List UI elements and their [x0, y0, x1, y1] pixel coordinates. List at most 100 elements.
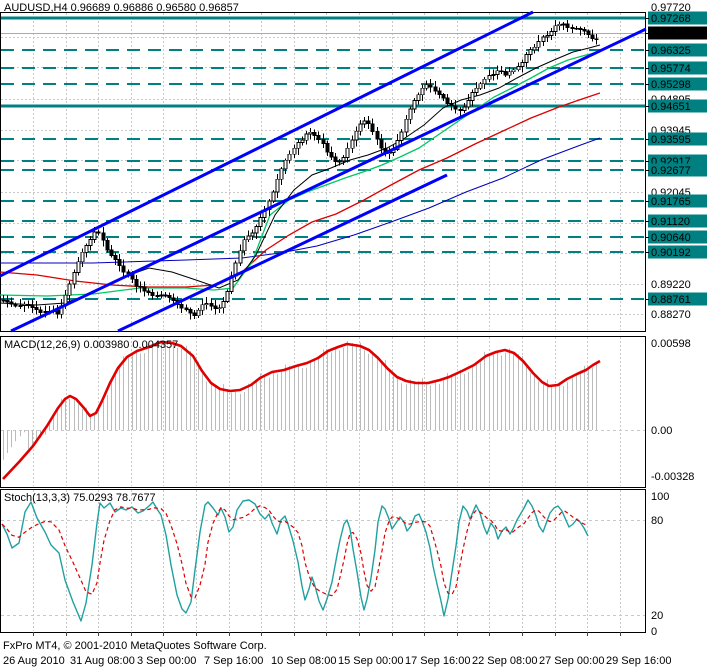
candle-down [9, 301, 14, 305]
macd-histogram-bar [78, 404, 79, 430]
macd-histogram-bar [298, 363, 299, 430]
time-axis-label: 7 Sep 16:00 [204, 655, 263, 667]
candle-up [76, 261, 81, 273]
candle-up [507, 71, 512, 76]
macd-histogram-bar [339, 350, 340, 430]
stoch-panel[interactable] [0, 489, 646, 633]
stoch-axis-label: 100 [651, 491, 669, 503]
candle-up [300, 139, 305, 143]
candle-up [155, 294, 160, 297]
macd-histogram-bar [505, 352, 506, 430]
candle-down [570, 27, 575, 29]
macd-histogram-bar [555, 384, 556, 430]
macd-histogram-bar [451, 374, 452, 430]
macd-histogram-bar [119, 367, 120, 430]
macd-histogram-bar [289, 366, 290, 430]
macd-histogram-bar [144, 353, 145, 430]
candle-up [254, 226, 259, 234]
macd-histogram-bar [323, 349, 324, 430]
candle-down [594, 38, 599, 41]
macd-histogram-bar [385, 360, 386, 430]
candle-down [26, 303, 31, 306]
candle-down [428, 84, 433, 88]
chart-title: AUDUSD,H4 0.96689 0.96886 0.96580 0.9685… [4, 2, 239, 14]
macd-histogram-bar [240, 393, 241, 430]
macd-histogram-bar [103, 401, 104, 430]
macd-histogram-bar [397, 376, 398, 430]
stoch-axis-label: 20 [651, 610, 663, 622]
macd-histogram-bar [447, 373, 448, 430]
candle-down [142, 286, 147, 292]
macd-histogram-bar [165, 342, 166, 430]
macd-histogram-bar [260, 373, 261, 430]
candle-up [304, 133, 309, 141]
candle-down [134, 278, 139, 287]
candle-up [520, 62, 525, 67]
macd-histogram-bar [422, 378, 423, 430]
macd-axis-label: -0.00328 [651, 471, 694, 483]
candle-down [312, 131, 317, 136]
macd-histogram-bar [20, 430, 21, 437]
macd-histogram-bar [356, 344, 357, 430]
price-level-label: 0.96325 [651, 45, 691, 57]
candle-up [196, 309, 201, 317]
macd-histogram-bar [231, 392, 232, 430]
candle-up [553, 25, 558, 32]
macd-histogram-bar [28, 430, 29, 449]
macd-histogram-bar [401, 383, 402, 430]
macd-histogram-bar [468, 372, 469, 430]
candle-down [150, 292, 155, 296]
candle-down [192, 312, 197, 317]
candle-down [163, 294, 168, 297]
candle-up [354, 130, 359, 141]
candle-down [503, 71, 508, 76]
macd-histogram-bar [36, 430, 37, 440]
price-level-label: 0.91120 [651, 216, 690, 228]
candle-up [470, 92, 475, 101]
macd-histogram-bar [107, 395, 108, 430]
macd-histogram-bar [352, 343, 353, 430]
macd-histogram-bar [476, 364, 477, 430]
macd-histogram-bar [264, 377, 265, 430]
time-axis-label: 10 Sep 08:00 [271, 655, 336, 667]
macd-histogram-bar [115, 375, 116, 430]
macd-histogram-bar [310, 360, 311, 430]
time-axis-label: 27 Sep 00:00 [539, 655, 604, 667]
macd-histogram-bar [74, 398, 75, 430]
candle-down [333, 156, 338, 162]
candle-up [250, 232, 255, 237]
macd-histogram-bar [211, 382, 212, 430]
candle-up [487, 75, 492, 80]
candle-down [437, 90, 442, 95]
candle-down [55, 310, 60, 315]
macd-histogram-bar [480, 358, 481, 430]
macd-histogram-bar [418, 381, 419, 430]
macd-histogram-bar [248, 383, 249, 430]
macd-histogram-bar [256, 379, 257, 430]
candle-down [574, 27, 579, 30]
candle-down [375, 131, 380, 140]
macd-histogram-bar [435, 381, 436, 430]
candle-up [399, 131, 404, 141]
macd-histogram-bar [331, 352, 332, 430]
mt4-chart[interactable]: 0.977200.948950.939450.920450.892200.882… [0, 0, 709, 668]
candle-up [80, 251, 85, 263]
macd-histogram-bar [206, 381, 207, 430]
candle-up [22, 303, 27, 306]
macd-histogram-bar [273, 372, 274, 430]
price-axis-label: 0.89220 [651, 279, 691, 291]
time-axis-label: 17 Sep 16:00 [405, 655, 470, 667]
macd-histogram-bar [576, 375, 577, 430]
candle-up [308, 131, 313, 135]
stoch-axis-label: 0 [651, 626, 657, 638]
candle-up [221, 301, 226, 309]
candle-up [416, 94, 421, 101]
candle-up [246, 235, 251, 241]
macd-histogram-bar [285, 364, 286, 430]
macd-histogram-bar [377, 358, 378, 430]
macd-histogram-bar [161, 341, 162, 430]
macd-histogram-bar [509, 348, 510, 430]
candle-up [358, 123, 363, 132]
candle-down [370, 123, 375, 132]
candle-down [449, 102, 454, 107]
